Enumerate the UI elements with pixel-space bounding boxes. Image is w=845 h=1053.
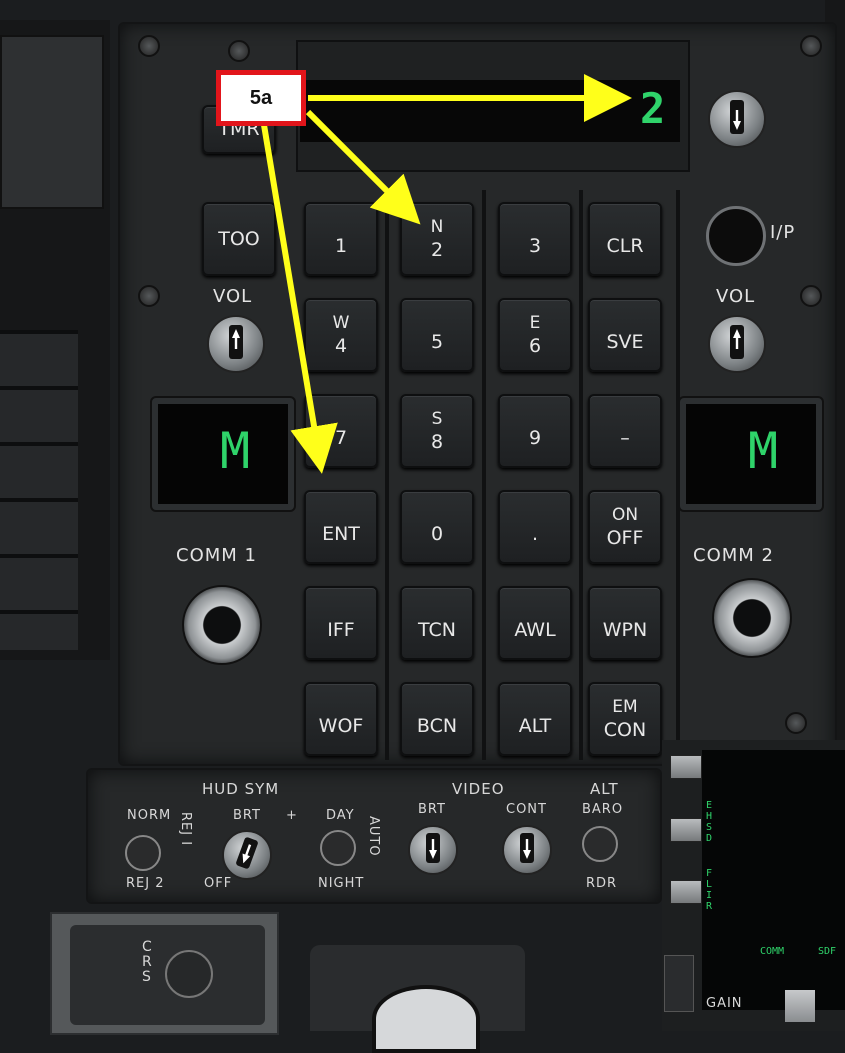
night-label: NIGHT <box>318 876 365 891</box>
reji-label: REJ I <box>178 812 193 847</box>
mfd-rocker[interactable] <box>664 955 694 1012</box>
hud-sym-label: HUD SYM <box>202 780 280 798</box>
off-label: OFF <box>204 876 233 891</box>
rej2-label: REJ 2 <box>126 876 165 891</box>
ehsd-label: EHSD <box>706 800 713 844</box>
arrow-to-ent <box>261 124 338 474</box>
mfd-side-button[interactable] <box>670 818 702 842</box>
video-brt-label: BRT <box>418 802 446 817</box>
gain-label: GAIN <box>706 996 743 1011</box>
video-brt-knob[interactable] <box>408 825 458 875</box>
arrow-down-icon <box>426 833 440 863</box>
auto-label: AUTO <box>366 816 381 857</box>
rej-switch[interactable] <box>125 835 161 871</box>
norm-label: NORM <box>127 808 172 823</box>
brt-label: BRT <box>233 808 261 823</box>
video-cont-label: CONT <box>506 802 547 817</box>
alt-label: ALT <box>590 780 619 798</box>
mfd-side-button[interactable] <box>670 755 702 779</box>
day-label: DAY <box>326 808 355 823</box>
callout-label: 5a <box>249 86 273 109</box>
crs-label: CRS <box>142 939 153 985</box>
arrow-down-icon <box>520 833 534 863</box>
rdr-label: RDR <box>586 876 618 891</box>
baro-label: BARO <box>582 802 624 817</box>
arrow-to-key-2 <box>305 109 421 225</box>
day-night-switch[interactable] <box>320 830 356 866</box>
crs-knob[interactable] <box>165 950 213 998</box>
mfd-side-button[interactable] <box>670 880 702 904</box>
flir-label: FLIR <box>706 868 713 912</box>
mfd-screen <box>702 750 845 1010</box>
sdf-label: SDF <box>818 946 837 957</box>
gain-button[interactable] <box>785 990 815 1022</box>
video-cont-knob[interactable] <box>502 825 552 875</box>
comm-label: COMM <box>760 946 785 957</box>
alt-switch[interactable] <box>582 826 618 862</box>
video-label: VIDEO <box>452 780 505 798</box>
arrow-icon <box>235 836 259 870</box>
instrument-dial <box>372 985 480 1053</box>
hud-brt-knob[interactable] <box>222 830 272 880</box>
plus-label: + <box>286 808 298 823</box>
callout-box: 5a <box>216 70 306 126</box>
